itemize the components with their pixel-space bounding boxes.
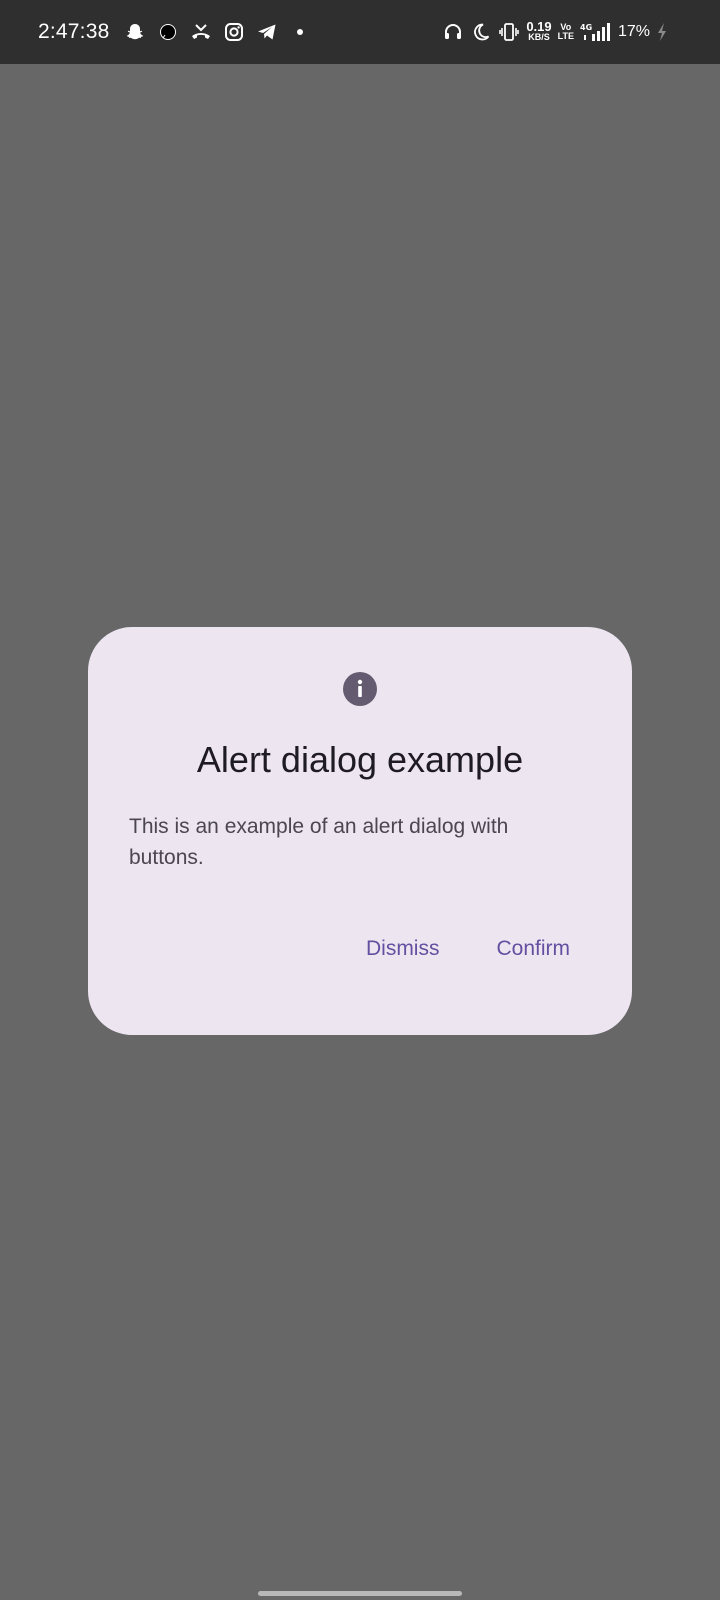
dialog-message: This is an example of an alert dialog wi… bbox=[129, 815, 509, 869]
chat-bubble-icon bbox=[157, 21, 179, 43]
network-speed-unit: KB/S bbox=[528, 32, 550, 42]
do-not-disturb-moon-icon bbox=[470, 21, 492, 43]
dot-icon bbox=[289, 21, 311, 43]
missed-call-icon bbox=[190, 21, 212, 43]
clock: 2:47:38 bbox=[38, 20, 110, 43]
instagram-icon bbox=[223, 21, 245, 43]
navigation-gesture-handle[interactable] bbox=[258, 1591, 462, 1596]
charging-bolt-icon bbox=[656, 21, 668, 43]
screen: 2:47:38 0.19 KB/S Vo LTE 4G 17% Alert di… bbox=[0, 0, 720, 1600]
info-icon bbox=[343, 672, 377, 706]
status-bar: 2:47:38 0.19 KB/S Vo LTE 4G 17% bbox=[0, 0, 720, 64]
volte-bottom: LTE bbox=[557, 31, 574, 41]
snapchat-icon bbox=[124, 21, 146, 43]
status-bar-right: 0.19 KB/S Vo LTE 4G 17% bbox=[442, 0, 668, 64]
confirm-button[interactable]: Confirm bbox=[496, 937, 570, 961]
dialog-title: Alert dialog example bbox=[196, 739, 524, 780]
network-speed: 0.19 KB/S bbox=[526, 19, 552, 42]
signal-icon: 4G bbox=[580, 21, 610, 43]
volte-indicator: Vo LTE bbox=[558, 23, 574, 41]
vibrate-icon bbox=[498, 21, 520, 43]
network-speed-value: 0.19 bbox=[526, 19, 552, 34]
status-bar-left: 2:47:38 bbox=[38, 0, 311, 64]
telegram-icon bbox=[256, 21, 278, 43]
alert-dialog: Alert dialog example This is an example … bbox=[88, 627, 632, 1035]
battery-percent: 17% bbox=[617, 23, 650, 40]
dismiss-button[interactable]: Dismiss bbox=[366, 937, 440, 961]
dialog-actions: Dismiss Confirm bbox=[366, 937, 570, 961]
network-type: 4G bbox=[580, 23, 592, 32]
headphones-icon bbox=[442, 21, 464, 43]
